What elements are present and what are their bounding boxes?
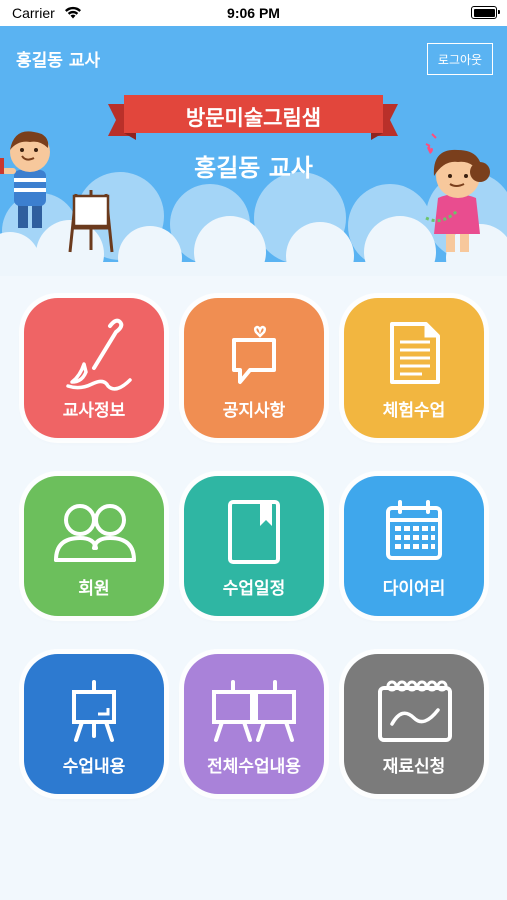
menu-tile-label: 수업내용 [62, 757, 126, 777]
battery-icon [471, 6, 500, 19]
menu-tile-class-schedule[interactable]: 수업일정 [184, 476, 324, 616]
girl-illustration [425, 133, 490, 252]
menu-tile-trial-class[interactable]: 체험수업 [344, 298, 484, 438]
menu-tile-label: 공지사항 [222, 401, 286, 421]
message-heart-icon [232, 325, 276, 384]
menu-tile-label: 회원 [78, 579, 110, 599]
easel-illustration [68, 190, 114, 253]
members-icon [54, 504, 136, 562]
menu-tile-label: 다이어리 [382, 579, 446, 599]
document-icon [390, 322, 440, 384]
menu-tile-material-request[interactable]: 재료신청 [344, 654, 484, 794]
status-time: 9:06 PM [227, 5, 280, 21]
bookmark-book-icon [228, 500, 280, 564]
status-bar: Carrier 9:06 PM [0, 0, 507, 26]
double-easel-icon [212, 680, 296, 742]
menu-tile-all-class-content[interactable]: 전체수업내용 [184, 654, 324, 794]
sketchbook-icon [378, 680, 452, 742]
menu-tile-teacher-info[interactable]: 교사정보 [24, 298, 164, 438]
menu-tile-notices[interactable]: 공지사항 [184, 298, 324, 438]
menu-tile-label: 수업일정 [222, 579, 286, 599]
brush-icon [66, 318, 132, 391]
calendar-icon [386, 500, 442, 560]
menu-tile-label: 체험수업 [382, 401, 446, 421]
menu-tile-diary[interactable]: 다이어리 [344, 476, 484, 616]
menu-tile-label: 전체수업내용 [207, 757, 301, 777]
menu-tile-label: 재료신청 [382, 757, 446, 777]
menu-tile-members[interactable]: 회원 [24, 476, 164, 616]
header-banner: 홍길동 교사 로그아웃 방문미술그림샘 홍길동 교사 [0, 26, 507, 276]
easel-icon [72, 680, 116, 742]
menu-tile-class-content[interactable]: 수업내용 [24, 654, 164, 794]
menu-tile-label: 교사정보 [62, 401, 126, 421]
